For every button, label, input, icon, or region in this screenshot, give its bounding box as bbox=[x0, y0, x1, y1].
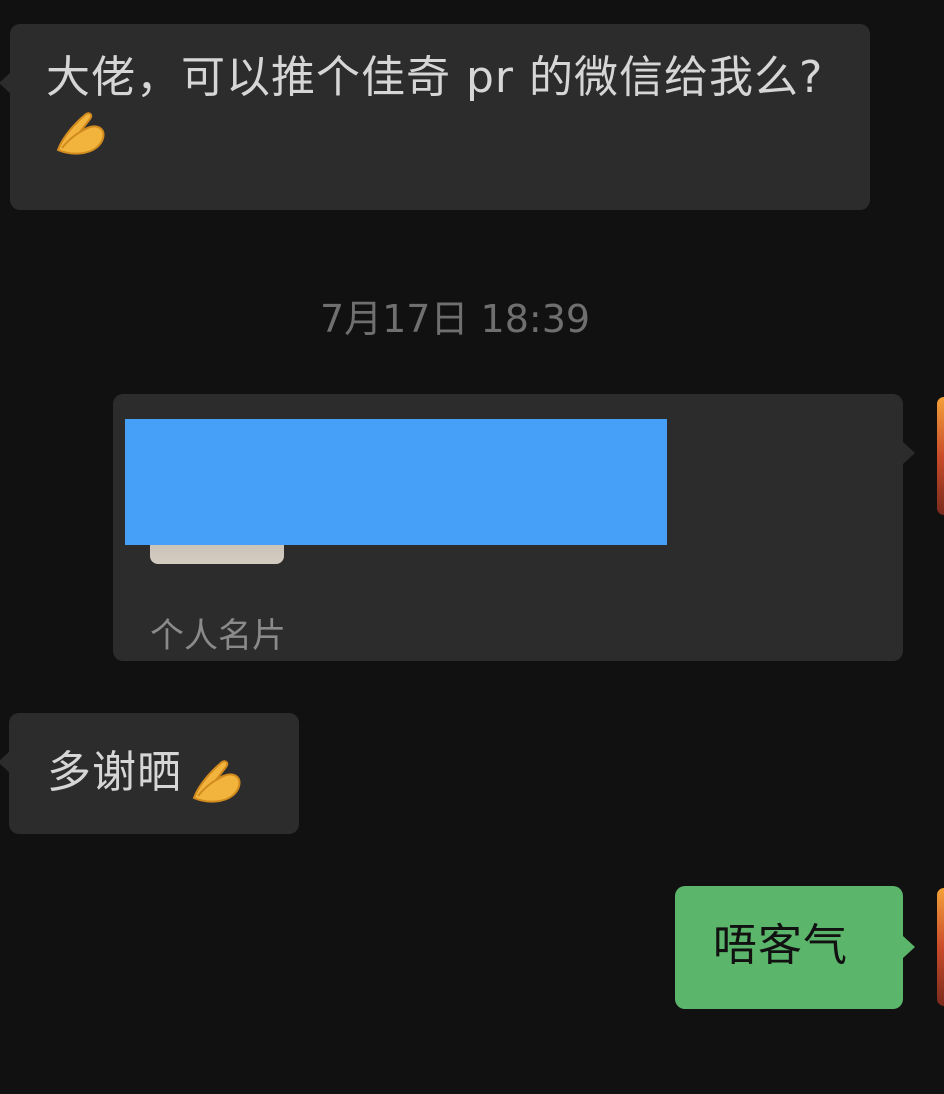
message-bubble-received[interactable]: 大佬，可以推个佳奇 pr 的微信给我么? bbox=[0, 24, 870, 210]
folded-hands-icon bbox=[188, 758, 246, 808]
message-text: 大佬，可以推个佳奇 pr 的微信给我么? bbox=[46, 52, 824, 103]
card-type-label: 个人名片 bbox=[150, 616, 286, 656]
avatar[interactable] bbox=[937, 888, 944, 1006]
folded-hands-icon bbox=[52, 110, 110, 160]
message-text: 多谢晒 bbox=[47, 747, 182, 798]
avatar[interactable] bbox=[937, 397, 944, 515]
message-bubble-received[interactable]: 多谢晒 bbox=[0, 713, 299, 834]
redacted-contact-info bbox=[125, 419, 667, 545]
message-text: 唔客气 bbox=[713, 920, 848, 971]
timestamp: 7月17日 18:39 bbox=[319, 297, 591, 341]
contact-card[interactable]: 个人名片 bbox=[113, 394, 915, 661]
message-bubble-sent[interactable]: 唔客气 bbox=[675, 886, 915, 1009]
